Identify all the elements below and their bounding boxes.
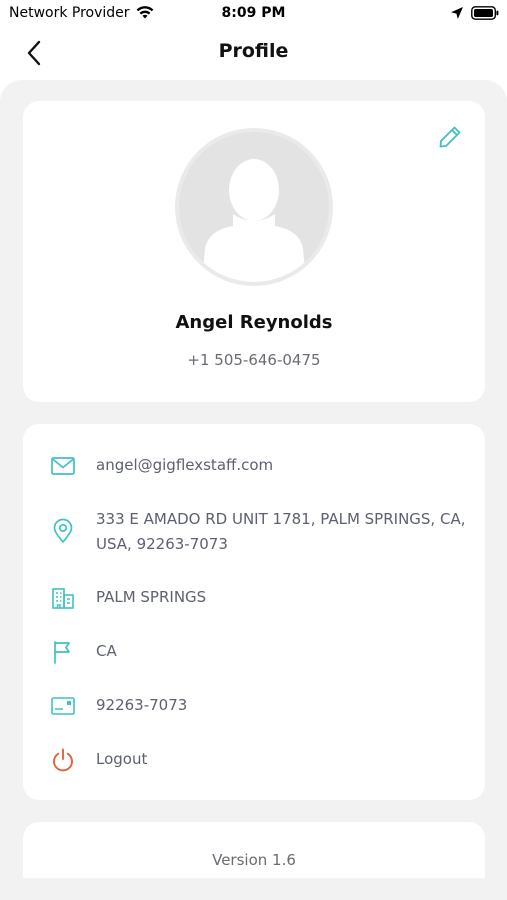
email-row[interactable]: angel@gigflexstaff.com: [23, 452, 485, 480]
location-pin-icon: [53, 518, 73, 543]
buildings-icon: [52, 588, 74, 609]
logout-label: Logout: [96, 750, 148, 768]
edit-profile-button[interactable]: [437, 124, 463, 150]
email-value: angel@gigflexstaff.com: [96, 456, 274, 474]
power-icon: [53, 748, 73, 772]
profile-card: Angel Reynolds +1 505-646-0475: [23, 101, 485, 402]
city-value: PALM SPRINGS: [96, 588, 207, 606]
location-arrow-icon: [451, 7, 463, 19]
person-placeholder-icon: [179, 132, 329, 282]
navigation-bar: Profile: [0, 28, 507, 78]
zip-value: 92263-7073: [96, 696, 188, 714]
address-value: 333 E AMADO RD UNIT 1781, PALM SPRINGS, …: [96, 510, 466, 553]
city-row: PALM SPRINGS: [23, 584, 485, 612]
page-title: Profile: [218, 40, 289, 62]
logout-button[interactable]: Logout: [23, 746, 485, 774]
flag-icon: [54, 641, 70, 664]
app-version: Version 1.6: [212, 851, 296, 869]
avatar[interactable]: [175, 128, 333, 286]
battery-icon: [471, 6, 499, 20]
state-value: CA: [96, 642, 117, 660]
user-name: Angel Reynolds: [175, 312, 333, 333]
user-phone: +1 505-646-0475: [187, 351, 321, 369]
state-row: CA: [23, 638, 485, 666]
envelope-icon: [51, 457, 75, 475]
address-row: 333 E AMADO RD UNIT 1781, PALM SPRINGS, …: [23, 506, 485, 558]
zip-row: 92263-7073: [23, 692, 485, 720]
postcard-icon: [51, 697, 75, 715]
clock: 8:09 PM: [221, 5, 286, 21]
status-bar: Network Provider 8:09 PM: [0, 0, 507, 28]
details-card: angel@gigflexstaff.com 333 E AMADO RD UN…: [23, 424, 485, 800]
version-card: Version 1.6: [23, 822, 485, 878]
